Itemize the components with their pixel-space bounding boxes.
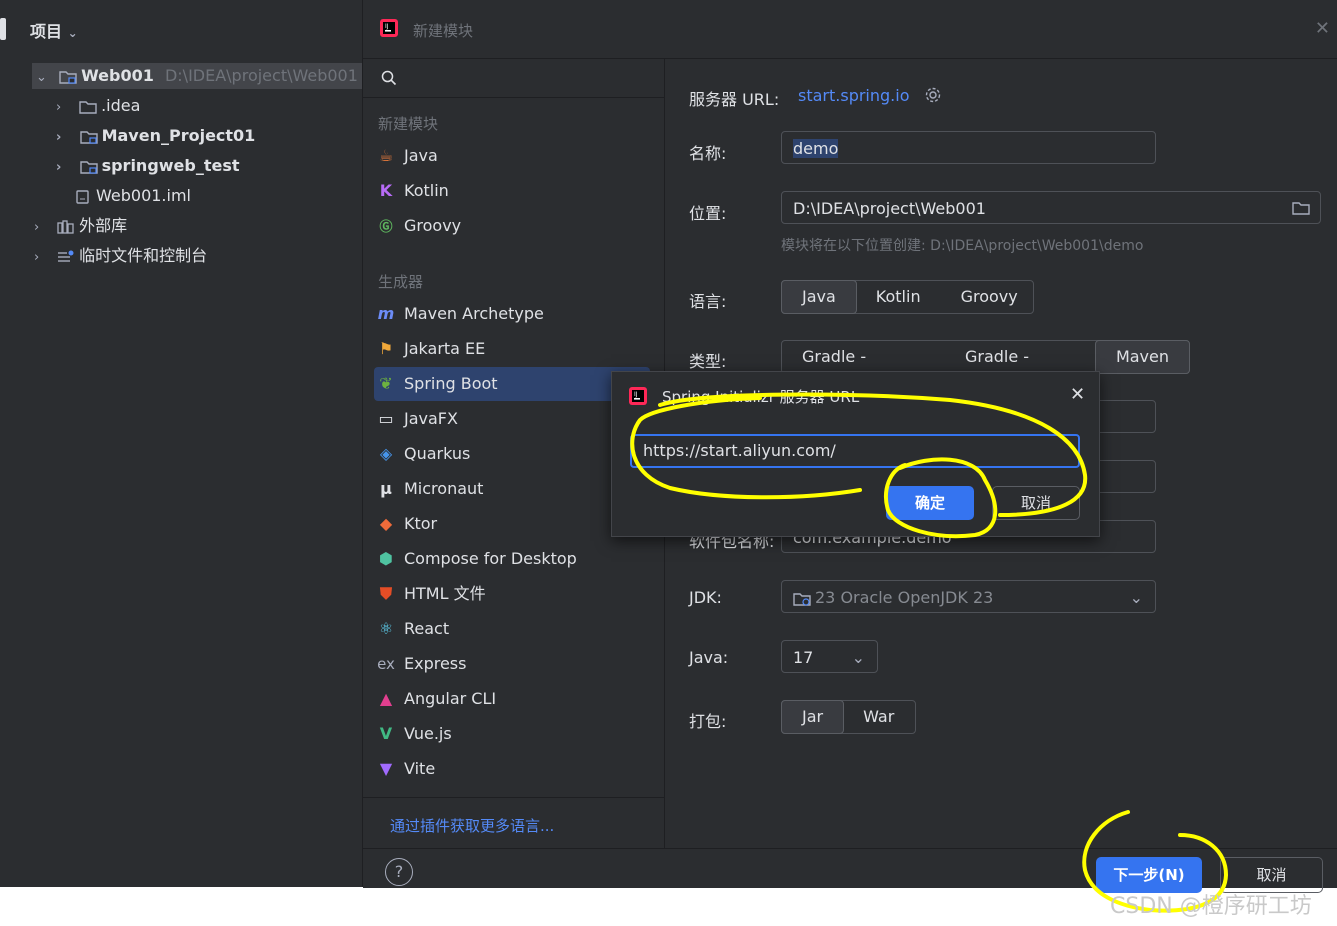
ok-circle-annotation [884, 457, 998, 539]
watermark: CSDN @橙序研工坊 [1110, 894, 1312, 919]
annotation-overlay [630, 392, 1229, 913]
annotation-strokes [630, 392, 1229, 913]
url-circle-annotation [630, 392, 1088, 517]
